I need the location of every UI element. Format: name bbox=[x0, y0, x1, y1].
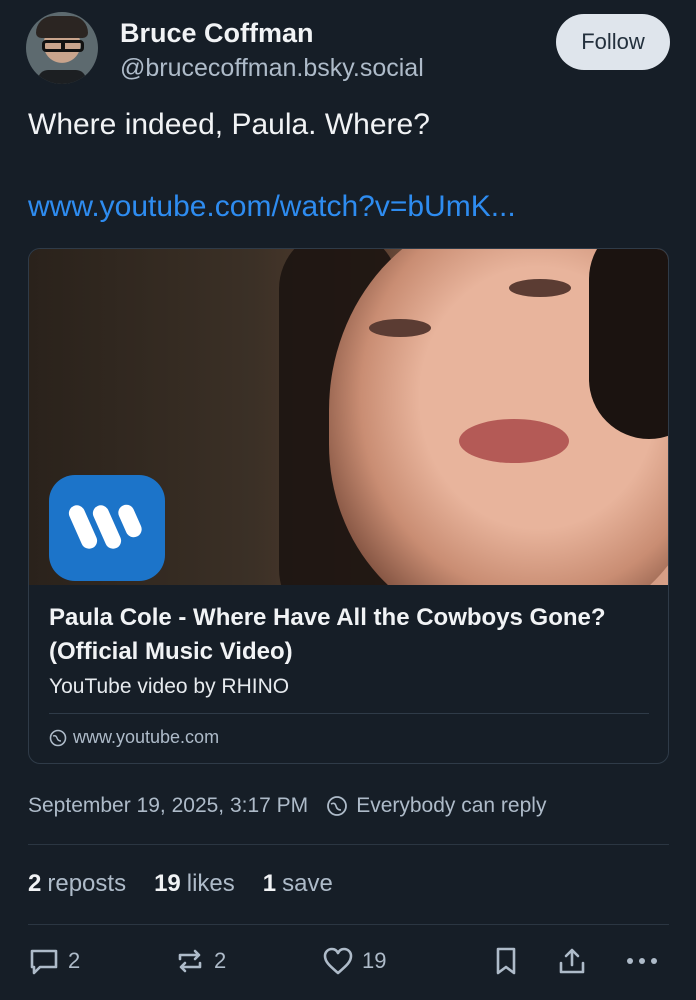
share-icon bbox=[559, 948, 585, 974]
repost-count: 2 bbox=[214, 948, 227, 973]
embed-divider bbox=[49, 713, 649, 714]
globe-icon bbox=[49, 729, 67, 746]
likes-label: likes bbox=[186, 870, 235, 897]
follow-button[interactable]: Follow bbox=[556, 14, 670, 70]
action-bar: 2 2 19 bbox=[28, 946, 669, 986]
saves-label: save bbox=[282, 870, 333, 897]
thumbnail-eye-right bbox=[509, 279, 571, 297]
globe-icon bbox=[327, 796, 348, 816]
reposts-stat[interactable]: 2 reposts bbox=[28, 870, 126, 898]
embed-subtitle: YouTube video by RHINO bbox=[49, 675, 290, 698]
reply-count: 2 bbox=[68, 948, 81, 973]
post-timestamp[interactable]: September 19, 2025, 3:17 PM bbox=[28, 794, 308, 818]
avatar[interactable] bbox=[26, 12, 98, 84]
thumbnail-hair-right bbox=[589, 249, 668, 439]
engagement-stats: 2 reposts 19 likes 1 save bbox=[28, 870, 333, 898]
thumbnail-lips bbox=[459, 419, 569, 463]
heart-icon bbox=[323, 947, 353, 975]
thumbnail-eye-left bbox=[369, 319, 431, 337]
author-name[interactable]: Bruce Coffman bbox=[120, 18, 314, 49]
more-icon bbox=[627, 958, 657, 964]
bookmark-button[interactable] bbox=[492, 946, 520, 976]
likes-stat[interactable]: 19 likes bbox=[154, 870, 235, 898]
like-count: 19 bbox=[362, 948, 387, 973]
link-embed-card[interactable]: Paula Cole - Where Have All the Cowboys … bbox=[28, 248, 669, 764]
bookmark-icon bbox=[496, 947, 516, 975]
saves-stat[interactable]: 1 save bbox=[263, 870, 333, 898]
reposts-count: 2 bbox=[28, 870, 42, 897]
divider bbox=[28, 844, 669, 845]
author-handle[interactable]: @brucecoffman.bsky.social bbox=[120, 54, 424, 83]
warner-logo-icon bbox=[49, 475, 165, 581]
reposts-label: reposts bbox=[47, 870, 127, 897]
divider bbox=[28, 924, 669, 925]
reply-setting-label: Everybody can reply bbox=[356, 794, 547, 817]
post-link[interactable]: www.youtube.com/watch?v=bUmK... bbox=[28, 190, 516, 224]
saves-count: 1 bbox=[262, 870, 277, 897]
post-text: Where indeed, Paula. Where? bbox=[28, 108, 430, 141]
video-thumbnail[interactable] bbox=[29, 249, 668, 585]
warner-w-icon bbox=[68, 504, 142, 549]
reply-setting: Everybody can reply bbox=[326, 794, 546, 818]
more-options-button[interactable] bbox=[624, 946, 660, 976]
repost-icon bbox=[178, 949, 202, 973]
post-header: Bruce Coffman @brucecoffman.bsky.social … bbox=[26, 12, 670, 86]
embed-domain-text: www.youtube.com bbox=[73, 727, 220, 747]
embed-domain: www.youtube.com bbox=[49, 727, 219, 748]
comment-icon bbox=[30, 949, 58, 975]
avatar-glasses bbox=[42, 40, 84, 52]
repost-button[interactable]: 2 bbox=[174, 946, 226, 976]
avatar-collar bbox=[38, 70, 86, 84]
avatar-hair bbox=[36, 16, 88, 38]
reply-button[interactable]: 2 bbox=[28, 946, 80, 976]
likes-count: 19 bbox=[154, 870, 181, 897]
post-meta: September 19, 2025, 3:17 PM Everybody ca… bbox=[28, 794, 546, 818]
embed-title: Paula Cole - Where Have All the Cowboys … bbox=[49, 604, 606, 665]
like-button[interactable]: 19 bbox=[322, 946, 386, 976]
share-button[interactable] bbox=[556, 946, 588, 976]
